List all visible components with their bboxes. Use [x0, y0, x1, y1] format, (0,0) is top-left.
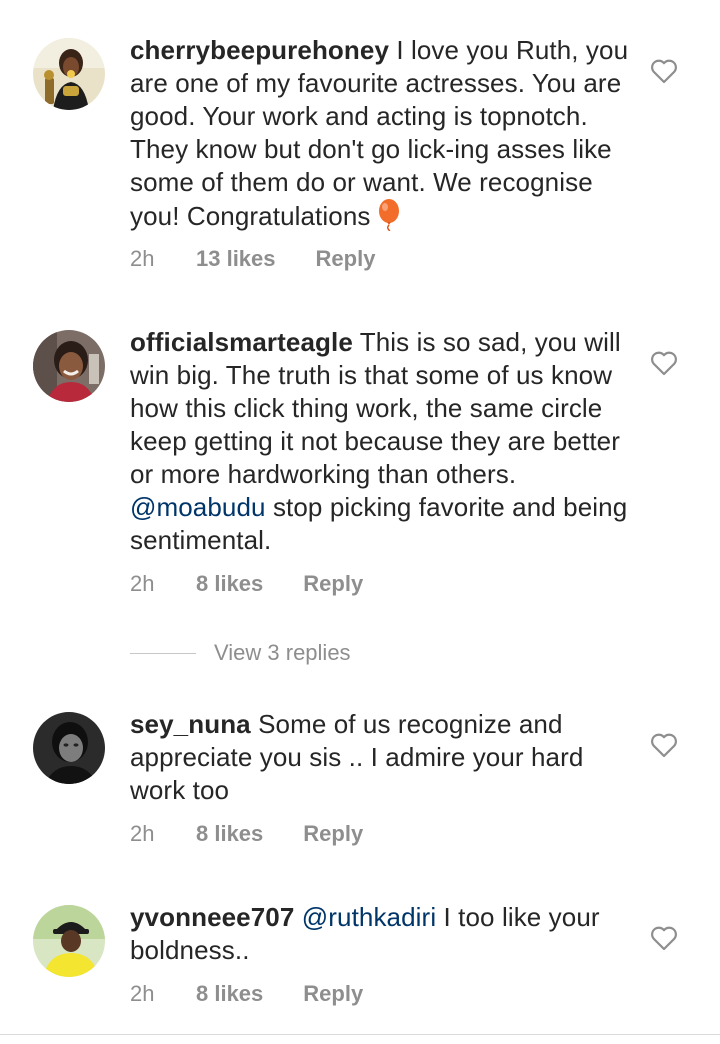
comment-username[interactable]: yvonneee707 — [130, 902, 294, 932]
likes-count[interactable]: 8 likes — [196, 979, 263, 1009]
heart-outline-icon[interactable] — [650, 350, 678, 376]
reply-button[interactable]: Reply — [303, 979, 363, 1009]
heart-outline-icon[interactable] — [650, 732, 678, 758]
comment-timestamp: 2h — [130, 821, 155, 846]
avatar[interactable] — [33, 330, 105, 402]
comment-meta: 2h 8 likes Reply — [130, 819, 363, 849]
comment-timestamp: 2h — [130, 246, 155, 271]
comment-username[interactable]: sey_nuna — [130, 709, 251, 739]
view-replies-label[interactable]: View 3 replies — [214, 640, 351, 666]
reply-button[interactable]: Reply — [316, 244, 376, 274]
replies-divider — [130, 652, 196, 654]
comment-meta: 2h 13 likes Reply — [130, 244, 375, 274]
heart-outline-icon[interactable] — [650, 58, 678, 84]
likes-count[interactable]: 8 likes — [196, 569, 263, 599]
comment-timestamp: 2h — [130, 981, 155, 1006]
comment-meta: 2h 8 likes Reply — [130, 979, 363, 1009]
likes-count[interactable]: 8 likes — [196, 819, 263, 849]
reply-button[interactable]: Reply — [303, 569, 363, 599]
comment-text: yvonneee707 @ruthkadiri I too like your … — [130, 901, 635, 967]
comment-timestamp: 2h — [130, 571, 155, 596]
comment-username[interactable]: officialsmarteagle — [130, 327, 353, 357]
view-replies-button[interactable]: View 3 replies — [130, 637, 351, 669]
comment-text: officialsmarteagle This is so sad, you w… — [130, 326, 635, 557]
bottom-divider — [0, 1034, 720, 1035]
likes-count[interactable]: 13 likes — [196, 244, 276, 274]
comment-meta: 2h 8 likes Reply — [130, 569, 363, 599]
mention-link[interactable]: @moabudu — [130, 492, 266, 522]
balloon-emoji-icon — [376, 199, 402, 239]
avatar[interactable] — [33, 38, 105, 110]
comment-text: cherrybeepurehoney I love you Ruth, you … — [130, 34, 635, 239]
mention-link[interactable]: @ruthkadiri — [302, 902, 436, 932]
avatar[interactable] — [33, 905, 105, 977]
avatar[interactable] — [33, 712, 105, 784]
reply-button[interactable]: Reply — [303, 819, 363, 849]
comment-username[interactable]: cherrybeepurehoney — [130, 35, 389, 65]
heart-outline-icon[interactable] — [650, 925, 678, 951]
comment-text: sey_nuna Some of us recognize and apprec… — [130, 708, 635, 807]
